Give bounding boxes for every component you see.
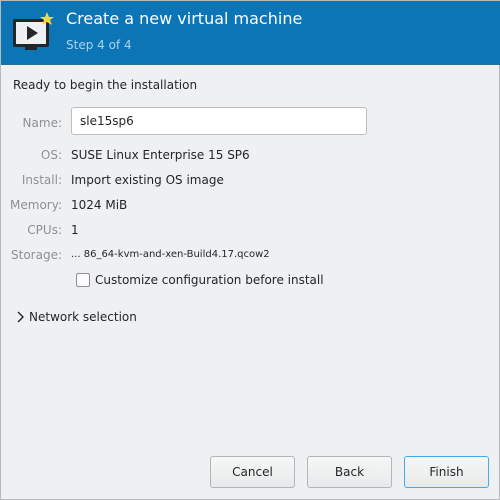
virtual-machine-icon (13, 12, 54, 50)
chevron-right-icon (17, 311, 24, 323)
wizard-title: Create a new virtual machine (66, 9, 303, 28)
header-divider (1, 64, 500, 65)
cancel-button[interactable]: Cancel (210, 456, 295, 488)
vm-name-input[interactable] (71, 107, 367, 135)
finish-button[interactable]: Finish (404, 456, 489, 488)
new-vm-wizard-window: Create a new virtual machine Step 4 of 4… (0, 0, 500, 500)
os-label: OS: (40, 148, 62, 162)
back-button[interactable]: Back (307, 456, 392, 488)
cpus-label: CPUs: (27, 223, 62, 237)
wizard-header: Create a new virtual machine Step 4 of 4 (1, 1, 500, 64)
install-value: Import existing OS image (71, 173, 224, 187)
cpus-value: 1 (71, 223, 79, 237)
network-selection-expander[interactable]: Network selection (14, 308, 137, 326)
memory-label: Memory: (10, 198, 62, 212)
wizard-step-indicator: Step 4 of 4 (66, 38, 132, 52)
network-selection-label: Network selection (29, 310, 137, 324)
storage-value: ... 86_64-kvm-and-xen-Build4.17.qcow2 (71, 249, 270, 260)
memory-value: 1024 MiB (71, 198, 128, 212)
install-label: Install: (21, 173, 62, 187)
customize-checkbox[interactable] (76, 273, 90, 287)
ready-message: Ready to begin the installation (13, 78, 198, 92)
name-label: Name: (22, 116, 62, 130)
customize-checkbox-label[interactable]: Customize configuration before install (95, 273, 324, 287)
os-value: SUSE Linux Enterprise 15 SP6 (71, 148, 250, 162)
storage-label: Storage: (11, 248, 62, 262)
